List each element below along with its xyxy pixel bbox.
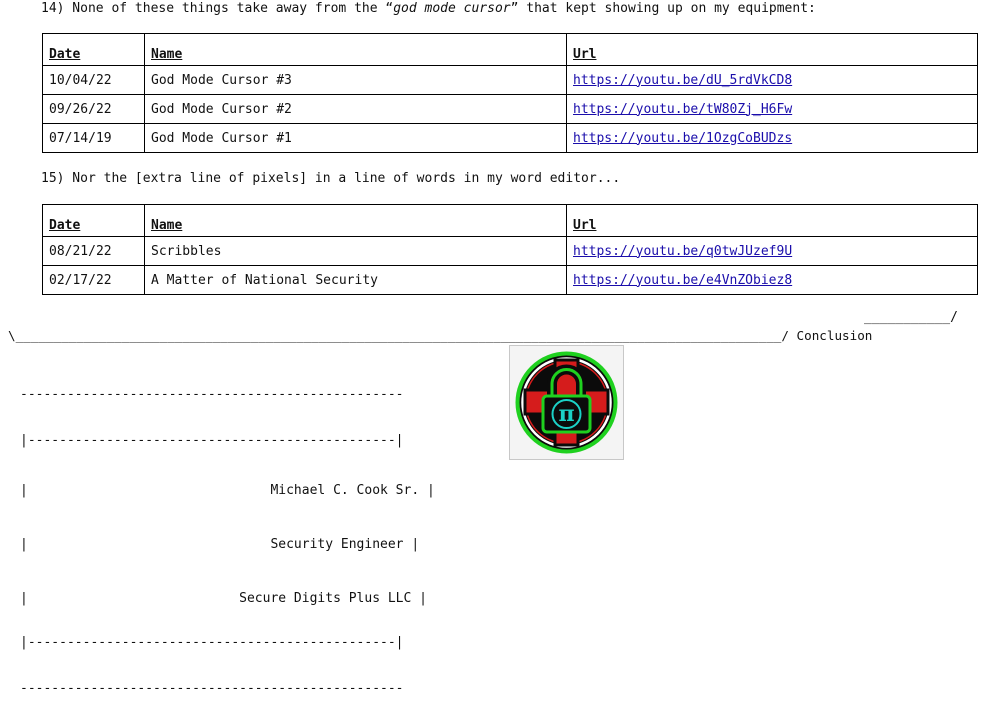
table-row: 02/17/22 A Matter of National Security h… [42,265,978,295]
signature-name: | Michael C. Cook Sr. | [20,483,435,498]
row-url-cell: https://youtu.be/1OzgCoBUDzs [566,123,978,153]
videos-table-2: Date Name Url 08/21/22 Scribbles https:/… [42,204,978,295]
table-header-row: Date Name Url [42,204,978,237]
video-link[interactable]: https://youtu.be/e4VnZObiez8 [573,273,792,288]
video-link[interactable]: https://youtu.be/tW80Zj_H6Fw [573,102,792,117]
item-14-emphasis: god mode cursor [393,1,511,16]
row-name: God Mode Cursor #2 [144,94,567,124]
row-url-cell: https://youtu.be/dU_5rdVkCD8 [566,65,978,95]
row-url-cell: https://youtu.be/q0twJUzef9U [566,236,978,266]
pi-glyph: π [558,401,574,427]
row-name: God Mode Cursor #3 [144,65,567,95]
row-date: 08/21/22 [42,236,145,266]
header-url: Url [566,33,978,66]
item-14-prefix: 14) None of these things take away from … [41,1,394,16]
header-name: Name [144,33,567,66]
conclusion-divider: \_______________________________________… [8,328,873,343]
company-logo: π [509,345,624,460]
item-15-text: 15) Nor the [extra line of pixels] in a … [41,171,621,186]
video-link[interactable]: https://youtu.be/1OzgCoBUDzs [573,131,792,146]
signature-border-bottom-inner: |---------------------------------------… [20,635,404,650]
row-date: 10/04/22 [42,65,145,95]
row-name: Scribbles [144,236,567,266]
row-name: God Mode Cursor #1 [144,123,567,153]
item-14-suffix: ” that kept showing up on my equipment: [510,1,816,16]
row-date: 02/17/22 [42,265,145,295]
table-header-row: Date Name Url [42,33,978,66]
header-url: Url [566,204,978,237]
table-row: 08/21/22 Scribbles https://youtu.be/q0tw… [42,236,978,266]
signature-block: ----------------------------------------… [20,350,435,716]
video-link[interactable]: https://youtu.be/dU_5rdVkCD8 [573,73,792,88]
item-14-text: 14) None of these things take away from … [41,0,816,18]
row-url-cell: https://youtu.be/tW80Zj_H6Fw [566,94,978,124]
row-date: 07/14/19 [42,123,145,153]
row-url-cell: https://youtu.be/e4VnZObiez8 [566,265,978,295]
pi-lock-cross-logo-icon: π [515,351,618,454]
table-row: 10/04/22 God Mode Cursor #3 https://yout… [42,65,978,95]
signature-border-bottom: ----------------------------------------… [20,681,404,696]
row-name: A Matter of National Security [144,265,567,295]
signature-title: | Security Engineer | [20,537,420,552]
header-name: Name [144,204,567,237]
signature-border-top: ----------------------------------------… [20,387,404,402]
videos-table-1: Date Name Url 10/04/22 God Mode Cursor #… [42,33,978,153]
header-date: Date [42,204,145,237]
table-row: 09/26/22 God Mode Cursor #2 https://yout… [42,94,978,124]
table-row: 07/14/19 God Mode Cursor #1 https://yout… [42,123,978,153]
signature-border-top-inner: |---------------------------------------… [20,433,404,448]
row-date: 09/26/22 [42,94,145,124]
signature-company: | Secure Digits Plus LLC | [20,591,427,606]
divider-top-line: ___________/ [864,310,958,325]
video-link[interactable]: https://youtu.be/q0twJUzef9U [573,244,792,259]
header-date: Date [42,33,145,66]
